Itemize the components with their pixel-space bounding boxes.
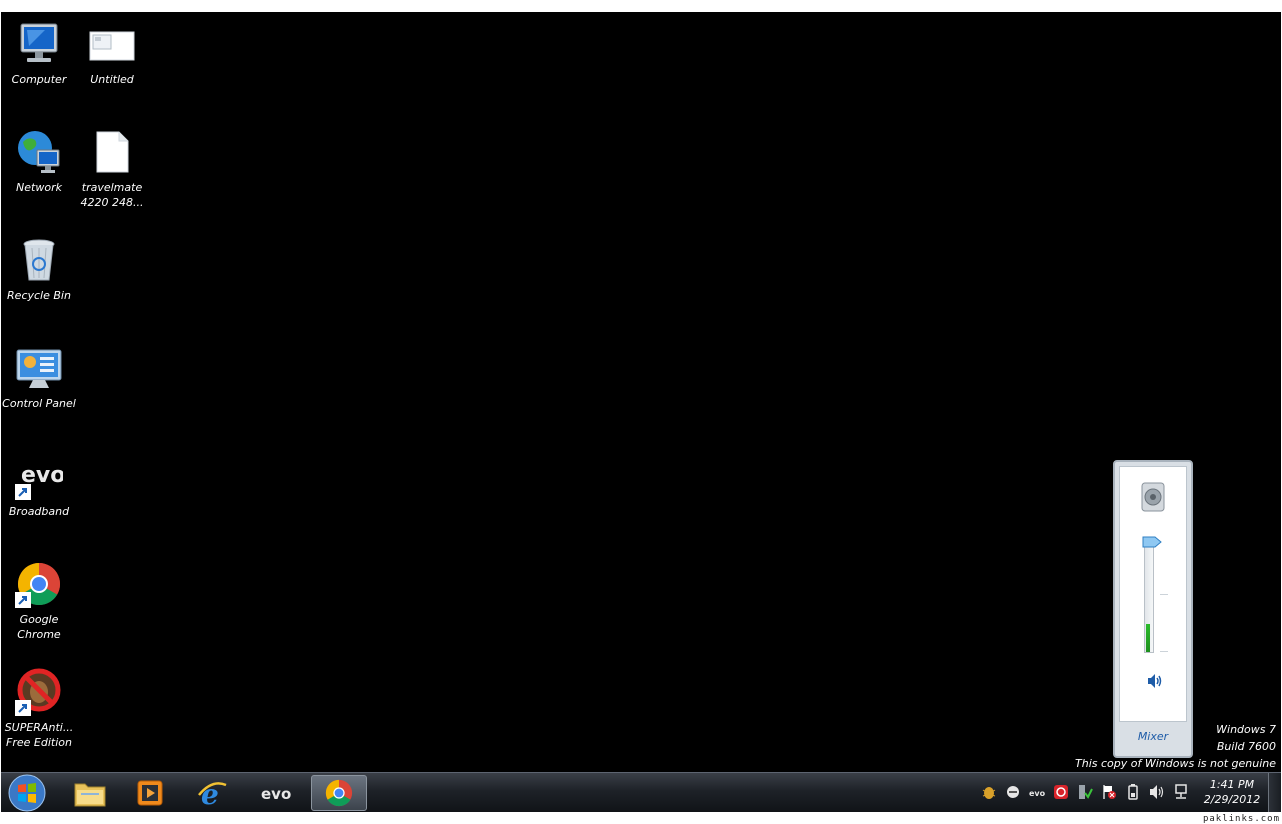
tick-mark [1160,594,1168,595]
desktop-icon-broadband[interactable]: evo Broadband [1,452,77,519]
action-center-icon[interactable] [1101,784,1117,800]
clock-date: 2/29/2012 [1203,793,1261,806]
svg-text:evo: evo [1029,789,1045,798]
taskbar-chrome[interactable] [311,775,367,811]
evo-icon: evo [261,785,291,803]
shortcut-arrow-icon [15,484,31,500]
network-icon [15,128,63,176]
clock-time: 1:41 PM [1209,778,1255,791]
windows-start-icon [8,774,46,812]
show-desktop-button[interactable] [1268,773,1281,812]
taskbar-media-player[interactable] [123,775,177,811]
desktop-icon-label: Control Panel [2,397,76,410]
shortcut-arrow-icon [15,592,31,608]
volume-meter [1146,623,1150,652]
desktop-icon-network[interactable]: Network [1,128,77,195]
computer-icon [15,20,63,68]
volume-flyout: Mixer [1113,460,1193,758]
desktop-icon-travelmate[interactable]: travelmate 4220 248... [74,128,150,210]
volume-slider-track[interactable] [1144,537,1154,653]
blank-file-icon [88,128,136,176]
superantispyware-icon [15,668,63,716]
battery-icon[interactable] [1125,784,1141,800]
speaker-icon[interactable] [1149,784,1165,800]
desktop-icon-computer[interactable]: Computer [1,20,77,87]
taskbar-internet-explorer[interactable]: e [185,775,239,811]
source-credit: paklinks.com [1202,814,1280,824]
desktop-icon-label: Broadband [8,505,70,518]
volume-slider-thumb[interactable] [1142,533,1162,548]
chrome-icon [325,779,353,807]
internet-explorer-icon: e [198,778,227,809]
desktop-icon-label: Computer [11,73,67,86]
mixer-link[interactable]: Mixer [1119,722,1187,752]
taskbar-evo[interactable]: evo [249,775,303,811]
messenger-icon[interactable] [1005,784,1021,800]
bug-icon[interactable] [981,784,997,800]
desktop-icon-recycle-bin[interactable]: Recycle Bin [1,236,77,303]
shortcut-arrow-icon [15,700,31,716]
start-button[interactable] [3,774,51,812]
mute-button[interactable] [1146,673,1164,689]
desktop-icon-label: Network [16,181,62,194]
desktop-icon-superantispyware[interactable]: SUPERAnti... Free Edition [1,668,77,750]
desktop-icon-label: Untitled [90,73,134,86]
clock[interactable]: 1:41 PM 2/29/2012 [1197,777,1267,807]
explorer-icon [74,783,106,807]
desktop[interactable]: Computer Untitled Network travelmate 422… [1,12,1281,772]
network-status-icon[interactable] [1077,784,1093,800]
svg-text:evo: evo [261,785,291,803]
desktop-icon-label: Recycle Bin [7,289,71,302]
network-icon[interactable] [1173,784,1189,800]
evo-icon[interactable]: evo [1029,784,1046,800]
speaker-device-icon[interactable] [1138,481,1170,513]
recycle-bin-icon [15,236,63,284]
antivirus-icon[interactable] [1053,784,1069,800]
image-file-icon [88,20,136,68]
evo-icon: evo [15,452,65,500]
control-panel-icon [15,344,63,392]
desktop-icon-untitled[interactable]: Untitled [74,20,150,87]
desktop-icon-control-panel[interactable]: Control Panel [1,344,77,411]
tick-mark [1160,651,1168,652]
media-player-icon [137,780,163,806]
volume-panel [1119,466,1187,722]
desktop-icon-google-chrome[interactable]: Google Chrome [1,560,77,642]
taskbar-explorer[interactable] [63,775,117,811]
chrome-icon [15,560,63,608]
desktop-icon-label: Google Chrome [17,613,61,641]
desktop-icon-label: travelmate 4220 248... [80,181,144,209]
taskbar: e evo evo 1:41 PM 2/29/2012 [1,772,1281,812]
desktop-icon-label: SUPERAnti... Free Edition [4,721,74,749]
